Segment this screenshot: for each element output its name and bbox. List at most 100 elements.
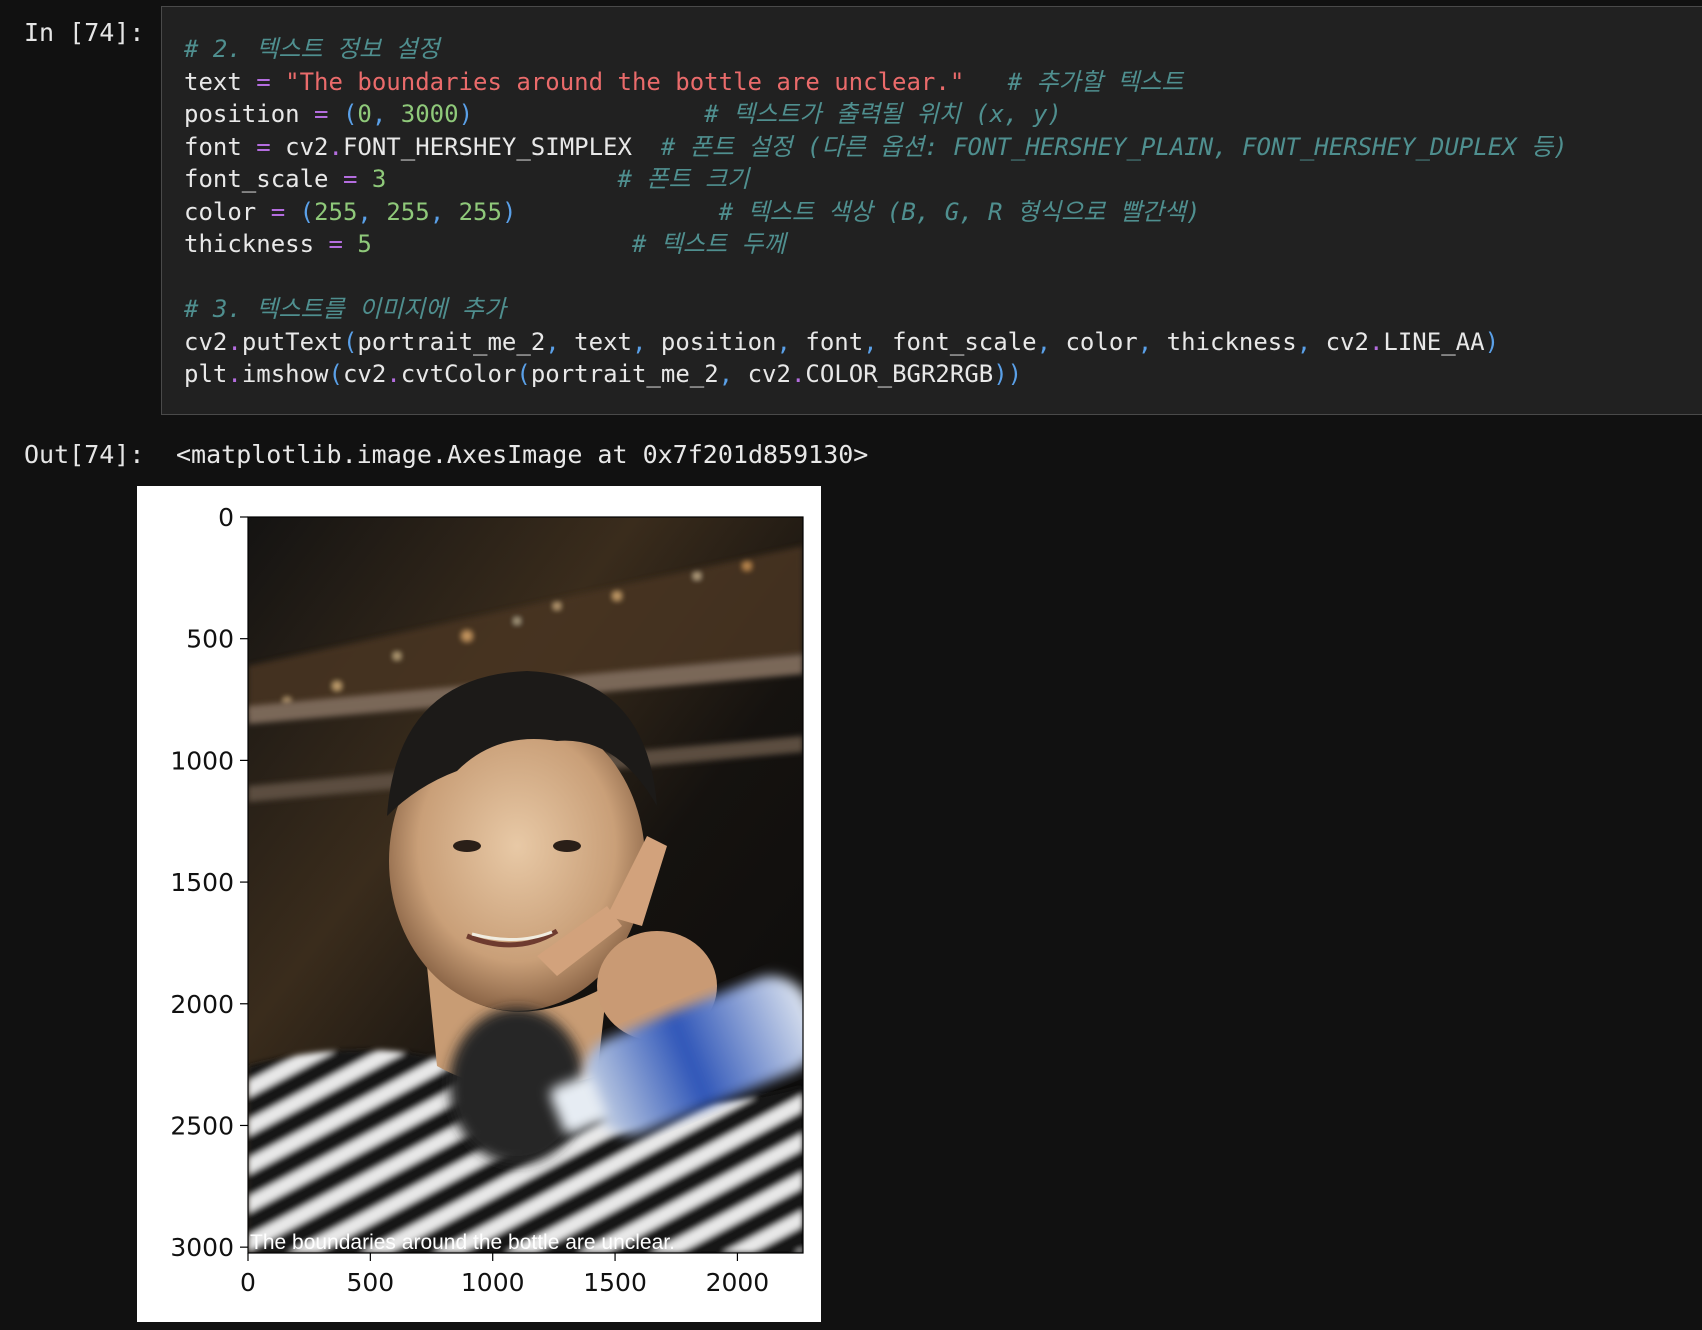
code-token: ,: [1296, 327, 1326, 356]
code-token: ,: [863, 327, 893, 356]
input-prompt: In [74]:: [24, 18, 145, 47]
code-token: 3000: [400, 100, 459, 128]
matplotlib-figure: The boundaries around the bottle are unc…: [137, 486, 821, 1322]
y-tick-label: 1000: [170, 746, 234, 775]
code-editor[interactable]: # 2. 텍스트 정보 설정 text = "The boundaries aro…: [184, 33, 1568, 391]
code-token: .: [386, 360, 401, 388]
code-token: (: [342, 327, 358, 356]
code-token: # 텍스트 두께: [631, 230, 786, 258]
code-token: ): [501, 197, 517, 226]
code-token: .: [328, 132, 343, 161]
code-token: cv2: [184, 327, 228, 356]
code-token: (: [516, 360, 531, 388]
code-token: # 폰트 설정 (다른 옵션: FONT_HERSHEY_PLAIN, FONT…: [660, 132, 1568, 161]
code-line: cv2. putText(portrait_me_2, text, positio…: [184, 326, 1568, 359]
code-token: portrait_me_2: [357, 327, 546, 356]
code-token: font: [805, 327, 864, 356]
code-token: .: [1368, 327, 1384, 356]
code-token: =: [256, 67, 271, 96]
code-token: text: [184, 67, 257, 96]
code-token: (: [299, 197, 315, 226]
code-line: thickness = 5 # 텍스트 두께: [184, 228, 1568, 261]
code-token: ,: [1137, 327, 1167, 356]
code-token: plt: [184, 360, 228, 388]
code-token: putText: [241, 327, 343, 356]
code-token: 3: [371, 165, 387, 193]
x-tick-label: 0: [240, 1268, 256, 1297]
code-token: position: [184, 100, 315, 128]
code-token: .: [227, 360, 242, 388]
code-token: 255: [314, 197, 358, 226]
code-token: )): [993, 360, 1023, 388]
code-token: cvtColor: [400, 360, 517, 388]
code-token: 0: [357, 100, 372, 128]
code-token: # 폰트 크기: [617, 165, 750, 193]
code-token: ,: [776, 327, 806, 356]
code-token: font_scale: [892, 327, 1037, 356]
code-token: ): [1484, 327, 1500, 356]
code-token: portrait_me_2: [530, 360, 719, 388]
code-line: # 2. 텍스트 정보 설정: [184, 33, 1568, 66]
figure-svg: The boundaries around the bottle are unc…: [170, 503, 804, 1297]
code-token: font: [184, 132, 257, 161]
y-tick-label: 3000: [170, 1233, 234, 1262]
code-token: cv2: [1325, 327, 1369, 356]
code-token: thickness: [184, 230, 329, 258]
code-token: text: [574, 327, 632, 356]
code-token: ,: [357, 197, 387, 226]
x-tick-label: 2000: [706, 1268, 770, 1297]
y-tick-label: 1500: [170, 868, 234, 897]
x-tick-label: 1000: [461, 1268, 525, 1297]
code-token: LINE_AA: [1383, 327, 1485, 356]
code-token: ): [458, 100, 474, 128]
x-tick-label: 1500: [583, 1268, 647, 1297]
image-caption: The boundaries around the bottle are unc…: [250, 1231, 675, 1254]
code-token: thickness: [1166, 327, 1297, 356]
code-token: =: [314, 100, 329, 128]
code-token: ,: [718, 360, 748, 388]
code-token: position: [660, 327, 777, 356]
y-tick-label: 500: [186, 625, 234, 654]
y-tick-label: 2500: [170, 1111, 234, 1140]
code-line: plt.imshow(cv2.cvtColor(portrait_me_2, c…: [184, 358, 1568, 391]
code-token: 255: [386, 197, 430, 226]
code-token: =: [256, 132, 271, 161]
x-tick-label: 500: [346, 1268, 394, 1297]
y-axis: 0 500 1000 1500 2000 2500 3000: [170, 503, 248, 1262]
code-line: font = cv2.FONT_HERSHEY_SIMPLEX # 폰트 설정 …: [184, 131, 1568, 164]
code-token: ,: [371, 100, 401, 128]
output-repr: <matplotlib.image.AxesImage at 0x7f201d8…: [176, 440, 869, 469]
code-line: position = (0, 3000) # 텍스트가 출력될 위치 (x, y…: [184, 98, 1568, 131]
code-token: =: [328, 230, 343, 258]
x-axis: 0 500 1000 1500 2000: [240, 1253, 769, 1297]
code-token: cv2: [747, 360, 791, 388]
code-token: # 추가할 텍스트: [1007, 67, 1184, 96]
code-line: text = "The boundaries around the bottle…: [184, 66, 1568, 99]
code-token: =: [270, 197, 286, 226]
code-cell[interactable]: # 2. 텍스트 정보 설정 text = "The boundaries aro…: [161, 6, 1702, 415]
output-prompt: Out[74]:: [24, 440, 145, 469]
portrait-photo: The boundaries around the bottle are unc…: [248, 517, 803, 1254]
code-token: FONT_HERSHEY_SIMPLEX: [342, 132, 661, 161]
y-tick-label: 2000: [170, 990, 234, 1019]
code-line: # 3. 텍스트를 이미지에 추가: [184, 293, 1568, 326]
code-token: ,: [545, 327, 575, 356]
code-token: "The boundaries around the bottle are un…: [285, 67, 965, 96]
code-token: cv2: [342, 360, 387, 388]
code-token: color: [1065, 327, 1138, 356]
code-token: 255: [458, 197, 502, 226]
code-token: .: [790, 360, 806, 388]
code-token: imshow: [241, 360, 329, 388]
code-token: ,: [631, 327, 661, 356]
